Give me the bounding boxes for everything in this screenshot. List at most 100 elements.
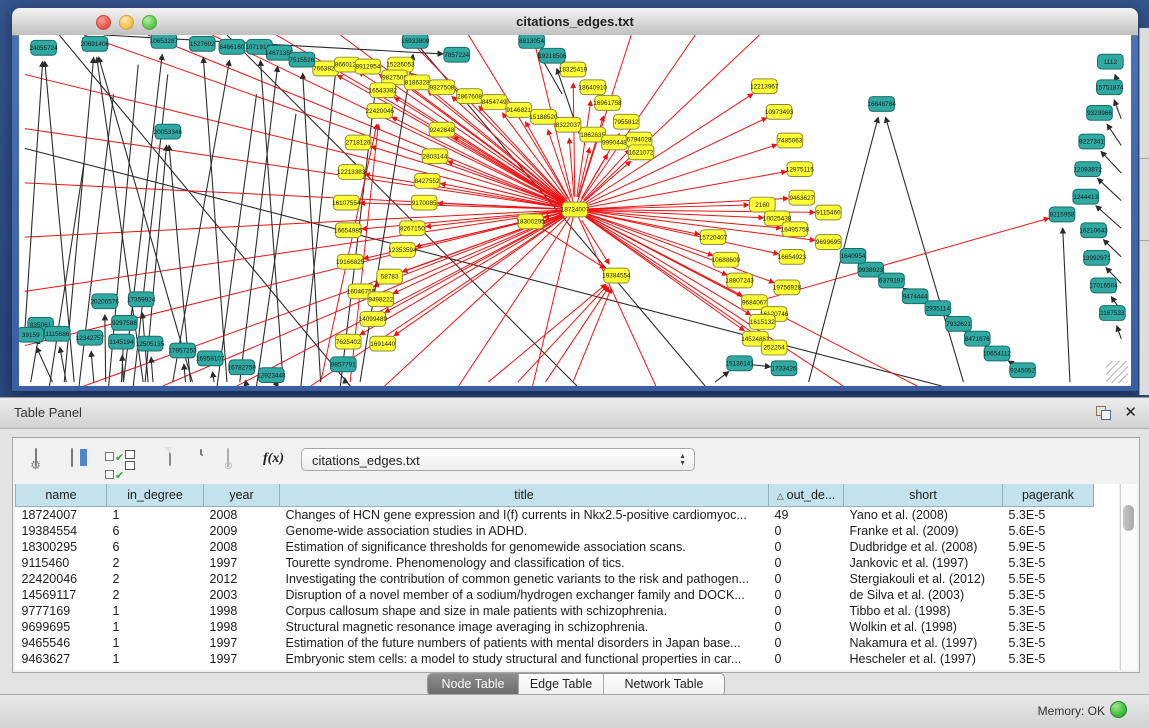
float-window-icon[interactable] [1096, 406, 1111, 420]
table-cell[interactable]: 1997 [204, 635, 280, 651]
graph-edge[interactable] [184, 364, 186, 382]
table-cell[interactable]: Wolkin et al. (1998) [844, 619, 1003, 635]
new-column-icon[interactable] [169, 448, 171, 466]
graph-node[interactable]: 20206576 [90, 294, 119, 309]
graph-edge[interactable] [60, 347, 66, 382]
graph-node[interactable]: 7625402 [335, 334, 361, 349]
table-cell[interactable]: 2 [107, 555, 204, 571]
table-cell[interactable]: 22420046 [16, 571, 107, 587]
graph-edge[interactable] [1107, 124, 1121, 145]
graph-node[interactable]: 9857791 [330, 357, 356, 372]
graph-node[interactable]: 1640954 [840, 248, 866, 263]
table-cell[interactable]: Disruption of a novel member of a sodium… [280, 587, 769, 603]
tab-node-table[interactable]: Node Table [428, 674, 519, 695]
table-cell[interactable]: Tibbo et al. (1998) [844, 603, 1003, 619]
graph-node[interactable]: 18300295 [516, 214, 545, 229]
column-header-in_degree[interactable]: in_degree [107, 484, 204, 507]
graph-node[interactable]: 9699695 [816, 235, 842, 250]
network-graph[interactable]: 1872400776638228660124891295415226053982… [19, 35, 1131, 386]
graph-node[interactable]: 18807243 [725, 273, 754, 288]
function-builder-icon[interactable]: f(x) [263, 451, 284, 467]
table-cell[interactable]: 18724007 [16, 507, 107, 524]
graph-node[interactable]: 16648784 [867, 97, 896, 112]
row-height-icon[interactable] [125, 450, 135, 472]
graph-edge[interactable] [488, 284, 606, 382]
graph-node[interactable]: 24055724 [29, 40, 58, 55]
graph-node[interactable]: 1115686 [45, 326, 71, 341]
graph-node[interactable]: 7955812 [613, 114, 639, 129]
graph-node[interactable]: 19756928 [773, 280, 802, 295]
graph-node[interactable]: 2867608 [457, 89, 483, 104]
column-header-pagerank[interactable]: pagerank [1003, 484, 1094, 507]
table-cell[interactable]: 0 [769, 571, 844, 587]
graph-edge[interactable] [588, 211, 781, 228]
graph-node[interactable]: 9115460 [816, 205, 842, 220]
table-row[interactable]: 911546021997Tourette syndrome. Phenomeno… [16, 555, 1094, 571]
table-row[interactable]: 1830029562008Estimation of significance … [16, 539, 1094, 555]
table-row[interactable]: 1938455462009Genome-wide association stu… [16, 523, 1094, 539]
tab-network-table[interactable]: Network Table [604, 674, 724, 695]
graph-node[interactable]: 12975115 [786, 162, 814, 177]
table-cell[interactable]: Stergiakouli et al. (2012) [844, 571, 1003, 587]
table-cell[interactable]: 6 [107, 539, 204, 555]
table-mode-icon[interactable]: ⚙ [35, 449, 37, 467]
graph-edge[interactable] [541, 228, 604, 268]
graph-node[interactable]: 22420046 [366, 104, 395, 119]
scrollbar-thumb[interactable] [1123, 505, 1134, 531]
select-columns-icon[interactable]: ✔✔ [105, 448, 123, 484]
graph-node[interactable]: 8186328 [404, 75, 430, 90]
column-header-short[interactable]: short [844, 484, 1003, 507]
graph-node[interactable]: 16654985 [334, 223, 363, 238]
network-canvas[interactable]: 1872400776638228660124891295415226053982… [19, 35, 1131, 386]
graph-edge[interactable] [545, 287, 608, 382]
graph-edge[interactable] [212, 372, 214, 382]
graph-node[interactable]: 9463627 [789, 190, 815, 205]
graph-edge[interactable] [1101, 152, 1121, 173]
collapsed-side-panel[interactable] [1139, 28, 1149, 395]
graph-node[interactable]: 252254 [761, 340, 787, 355]
graph-node[interactable]: 16495758 [781, 222, 810, 237]
graph-node[interactable]: 12213967 [750, 79, 779, 94]
tab-edge-table[interactable]: Edge Table [519, 674, 604, 695]
table-scrollbar[interactable] [1120, 484, 1137, 670]
delete-table-icon[interactable]: ⊗ [227, 449, 229, 467]
graph-node[interactable]: 1733426 [771, 361, 797, 376]
table-cell[interactable]: Tourette syndrome. Phenomenology and cla… [280, 555, 769, 571]
table-cell[interactable]: 5.3E-5 [1003, 651, 1094, 667]
table-cell[interactable]: 5.6E-5 [1003, 523, 1094, 539]
table-row[interactable]: 946362711997Embryonic stem cells: a mode… [16, 651, 1094, 667]
table-cell[interactable]: 18300295 [16, 539, 107, 555]
graph-node[interactable]: 9474444 [902, 289, 928, 304]
graph-node[interactable]: 19384554 [602, 268, 631, 283]
graph-node[interactable]: 12213383 [337, 165, 366, 180]
graph-edge[interactable] [25, 210, 575, 292]
table-cell[interactable]: 1 [107, 603, 204, 619]
graph-edge[interactable] [1009, 361, 1012, 363]
table-cell[interactable]: 2 [107, 571, 204, 587]
graph-node[interactable]: 10688609 [712, 252, 741, 267]
graph-node[interactable]: 10654112 [983, 346, 1011, 361]
graph-node[interactable]: 13992971 [1082, 250, 1111, 265]
graph-edge[interactable] [715, 372, 729, 382]
column-header-year[interactable]: year [204, 484, 280, 507]
column-header-title[interactable]: title [280, 484, 769, 507]
table-cell[interactable]: de Silva et al. (2003) [844, 587, 1003, 603]
graph-node[interactable]: 16961758 [593, 96, 622, 111]
graph-node[interactable]: 9297588 [112, 316, 138, 331]
table-row[interactable]: 1872400712008Changes of HCN gene express… [16, 507, 1094, 524]
table-cell[interactable]: 1997 [204, 555, 280, 571]
table-cell[interactable]: 19384554 [16, 523, 107, 539]
graph-node[interactable]: 7932621 [946, 316, 972, 331]
table-cell[interactable]: 1 [107, 635, 204, 651]
graph-node[interactable]: 9245052 [1010, 363, 1036, 378]
table-cell[interactable]: 5.3E-5 [1003, 587, 1094, 603]
graph-node[interactable]: 12353594 [388, 243, 417, 258]
close-icon[interactable]: ✕ [1124, 403, 1137, 421]
graph-edge[interactable] [31, 338, 39, 382]
table-cell[interactable]: 2012 [204, 571, 280, 587]
graph-edge[interactable] [257, 114, 296, 386]
table-cell[interactable]: 1 [107, 651, 204, 667]
graph-node[interactable]: 17957253 [168, 343, 197, 358]
graph-edge[interactable] [1098, 179, 1121, 201]
graph-node[interactable]: 15188520 [529, 109, 558, 124]
